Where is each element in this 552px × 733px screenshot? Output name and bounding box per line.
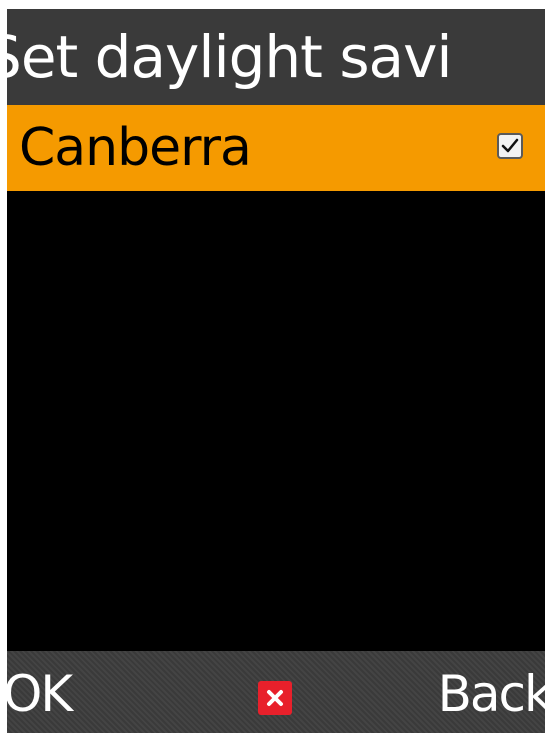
softkey-bar: OK Back [7,651,545,733]
phone-screen: Set daylight savi Canberra OK Back [7,9,545,733]
list-item-label: Canberra [19,118,252,178]
list-item-canberra[interactable]: Canberra [7,105,545,191]
back-softkey[interactable]: Back [438,665,545,723]
close-icon[interactable] [258,681,292,715]
checkbox-checked-icon[interactable] [497,133,523,159]
title-bar: Set daylight savi [7,9,545,105]
page-title: Set daylight savi [7,23,453,91]
ok-softkey[interactable]: OK [7,665,73,723]
option-list: Canberra [7,105,545,191]
